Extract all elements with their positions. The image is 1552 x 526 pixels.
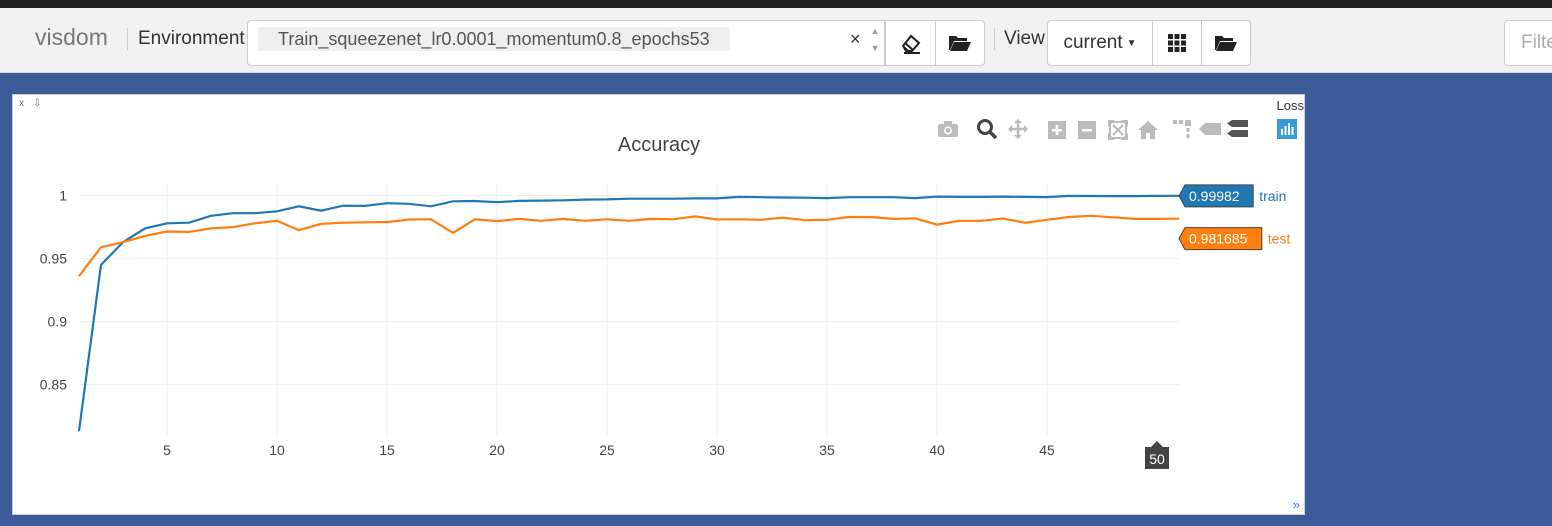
spike-lines-icon[interactable]: [1173, 120, 1191, 138]
view-dropdown[interactable]: current ▼: [1047, 20, 1153, 66]
x-tick-label: 30: [709, 442, 725, 458]
environment-tag[interactable]: Train_squeezenet_lr0.0001_momentum0.8_ep…: [258, 27, 730, 51]
hover-x-value: 50: [1149, 451, 1165, 467]
open-view-button[interactable]: [1201, 20, 1251, 66]
divider: [994, 28, 995, 50]
hover-series-name-train: train: [1259, 188, 1286, 204]
hover-label-train: 0.99982 train: [1178, 184, 1286, 208]
zoom-in-icon[interactable]: [1048, 121, 1066, 139]
navbar: visdom Environment Train_squeezenet_lr0.…: [0, 8, 1552, 73]
x-tick-label: 45: [1039, 442, 1055, 458]
filter-input[interactable]: Filte: [1504, 20, 1552, 66]
spin-down-icon[interactable]: ▼: [870, 43, 880, 53]
plot-modebar: [938, 119, 1297, 140]
grid-icon: [1168, 34, 1186, 52]
window-top-strip: [0, 0, 1552, 8]
x-tick-label: 40: [929, 442, 945, 458]
accuracy-chart: Accuracy 5 10 15 20 25 30 35 40 45 0.85 0.9 0.95 1 0.9…: [40, 119, 1297, 469]
open-env-button[interactable]: [935, 20, 985, 66]
hover-label-test: 0.981685 test: [1178, 227, 1291, 251]
hover-closest-icon[interactable]: [1199, 123, 1221, 135]
pan-icon[interactable]: [1008, 119, 1028, 139]
zoom-out-icon[interactable]: [1078, 121, 1096, 139]
chart-title: Accuracy: [618, 134, 700, 156]
spin-up-icon[interactable]: ▲: [870, 26, 880, 36]
series-line-test: [78, 214, 1180, 277]
folder-open-icon: [1215, 36, 1237, 51]
brand-logo: visdom: [35, 24, 108, 50]
caret-down-icon: ▼: [1126, 37, 1137, 49]
x-tick-label: 15: [379, 442, 395, 458]
home-icon[interactable]: [1138, 121, 1158, 139]
x-tick-label: 20: [489, 442, 505, 458]
hover-x-label: 50: [1145, 441, 1169, 469]
plot-pane[interactable]: x ⇩ Loss » Accuracy 5 10 15 20 25 30 35 …: [12, 94, 1305, 515]
y-tick-label: 1: [59, 188, 67, 204]
clear-env-button[interactable]: [885, 20, 936, 66]
y-tick-label: 0.85: [40, 377, 67, 393]
eraser-icon: [901, 34, 920, 54]
hover-compare-icon[interactable]: [1227, 120, 1248, 137]
y-tick-label: 0.9: [48, 314, 68, 330]
environment-select[interactable]: Train_squeezenet_lr0.0001_momentum0.8_ep…: [247, 20, 885, 66]
camera-icon[interactable]: [938, 121, 958, 137]
hover-series-name-test: test: [1268, 231, 1291, 247]
folder-open-icon: [949, 36, 971, 51]
zoom-icon[interactable]: [977, 119, 998, 140]
autoscale-icon[interactable]: [1108, 120, 1128, 140]
clear-environment-icon[interactable]: ×: [850, 29, 861, 50]
x-tick-label: 25: [599, 442, 615, 458]
series-line-train: [77, 194, 1180, 432]
plotly-logo-icon[interactable]: [1277, 119, 1297, 139]
x-tick-label: 10: [269, 442, 285, 458]
hover-value-train: 0.99982: [1189, 188, 1240, 204]
filter-placeholder: Filte: [1521, 32, 1552, 53]
y-tick-label: 0.95: [40, 251, 67, 267]
x-tick-label: 35: [819, 442, 835, 458]
view-selected: current: [1063, 32, 1123, 53]
divider: [127, 28, 128, 50]
x-tick-label: 5: [163, 442, 171, 458]
grid-view-button[interactable]: [1152, 20, 1202, 66]
view-label: View: [1004, 28, 1045, 49]
environment-label: Environment: [138, 28, 245, 49]
hover-value-test: 0.981685: [1189, 231, 1248, 247]
